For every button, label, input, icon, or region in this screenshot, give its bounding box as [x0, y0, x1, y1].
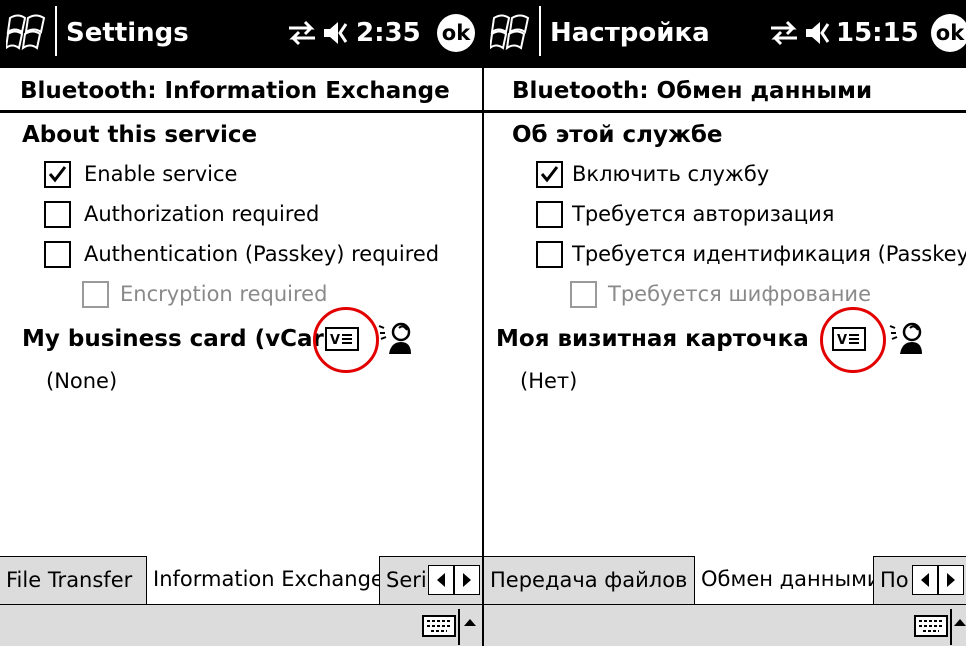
vcard-value: (None) [46, 369, 118, 393]
title-bar: Settings 2:35 ok [0, 0, 482, 68]
tab-information-exchange[interactable]: Обмен данными [694, 556, 874, 604]
speaker-icon[interactable] [804, 18, 834, 48]
tab-scroll-left-button[interactable] [912, 565, 938, 595]
checkmark-icon [48, 166, 67, 183]
header-divider [484, 110, 966, 113]
screen-russian: Настройка 15:15 ok Bluetooth: Обмен данн… [484, 0, 966, 646]
encryption-label: Требуется шифрование [608, 282, 872, 306]
enable-service-checkbox[interactable] [44, 161, 71, 188]
authorization-checkbox[interactable] [44, 201, 71, 228]
page-subtitle: Bluetooth: Обмен данными [484, 68, 966, 110]
tab-scroll-right-button[interactable] [938, 565, 964, 595]
title-separator [539, 6, 541, 56]
authentication-label[interactable]: Authentication (Passkey) required [84, 242, 439, 266]
enable-service-checkbox[interactable] [536, 161, 563, 188]
vcard-heading: Моя визитная карточка [496, 326, 809, 352]
triangle-left-icon [921, 573, 929, 587]
app-title[interactable]: Settings [66, 18, 189, 48]
speaker-icon[interactable] [322, 18, 352, 48]
page-subtitle: Bluetooth: Information Exchange [0, 68, 482, 110]
vcard-value: (Нет) [520, 369, 578, 393]
encryption-checkbox [82, 281, 109, 308]
triangle-left-icon [437, 573, 445, 587]
ok-button[interactable]: ok [931, 14, 966, 52]
tab-serial[interactable]: Seri [380, 557, 428, 604]
authentication-checkbox[interactable] [536, 241, 563, 268]
screen-english: Settings 2:35 ok Bluetooth: Information … [0, 0, 482, 646]
tab-information-exchange[interactable]: Information Exchange [146, 556, 380, 604]
encryption-label: Encryption required [120, 282, 328, 306]
enable-service-label[interactable]: Enable service [84, 162, 237, 186]
connectivity-icon[interactable] [285, 18, 319, 48]
tab-bar: Передача файлов Обмен данными По [484, 556, 966, 605]
tab-serial[interactable]: По [874, 557, 910, 604]
tab-scroll-right-button[interactable] [454, 565, 480, 595]
up-arrow-icon[interactable] [954, 619, 966, 626]
windows-start-icon[interactable] [6, 10, 50, 54]
tab-file-transfer[interactable]: File Transfer [0, 557, 146, 604]
authentication-checkbox[interactable] [44, 241, 71, 268]
menu-separator [950, 609, 952, 645]
contact-person-icon[interactable] [888, 318, 928, 358]
clock[interactable]: 2:35 [356, 18, 421, 48]
title-separator [55, 6, 57, 56]
title-bar: Настройка 15:15 ok [484, 0, 966, 68]
windows-start-icon[interactable] [490, 10, 534, 54]
highlight-circle [820, 307, 886, 373]
authorization-checkbox[interactable] [536, 201, 563, 228]
vcard-heading: My business card (vCard) [22, 326, 351, 352]
tab-bar: File Transfer Information Exchange Seri [0, 556, 482, 605]
contact-person-icon[interactable] [377, 318, 417, 358]
triangle-right-icon [947, 573, 955, 587]
menu-bar [0, 604, 482, 646]
triangle-right-icon [463, 573, 471, 587]
authentication-label[interactable]: Требуется идентификация (Passkey) [572, 242, 966, 266]
menu-separator [458, 609, 460, 645]
clock[interactable]: 15:15 [836, 18, 919, 48]
keyboard-icon[interactable] [914, 613, 948, 639]
enable-service-label[interactable]: Включить службу [572, 162, 769, 186]
subtitle-text: Bluetooth: Обмен данными [512, 78, 873, 104]
menu-bar [484, 604, 966, 646]
section-heading: About this service [22, 122, 258, 148]
authorization-label[interactable]: Authorization required [84, 202, 319, 226]
encryption-checkbox [570, 281, 597, 308]
up-arrow-icon[interactable] [464, 619, 476, 626]
subtitle-text: Bluetooth: Information Exchange [20, 78, 450, 104]
ok-button[interactable]: ok [437, 14, 475, 52]
connectivity-icon[interactable] [767, 18, 801, 48]
app-title[interactable]: Настройка [550, 18, 710, 48]
tab-scroll-left-button[interactable] [428, 565, 454, 595]
authorization-label[interactable]: Требуется авторизация [572, 202, 834, 226]
header-divider [0, 110, 482, 113]
section-heading: Об этой службе [512, 122, 723, 148]
checkmark-icon [540, 166, 559, 183]
highlight-circle [313, 307, 379, 373]
tab-file-transfer[interactable]: Передача файлов [484, 557, 694, 604]
keyboard-icon[interactable] [422, 613, 456, 639]
